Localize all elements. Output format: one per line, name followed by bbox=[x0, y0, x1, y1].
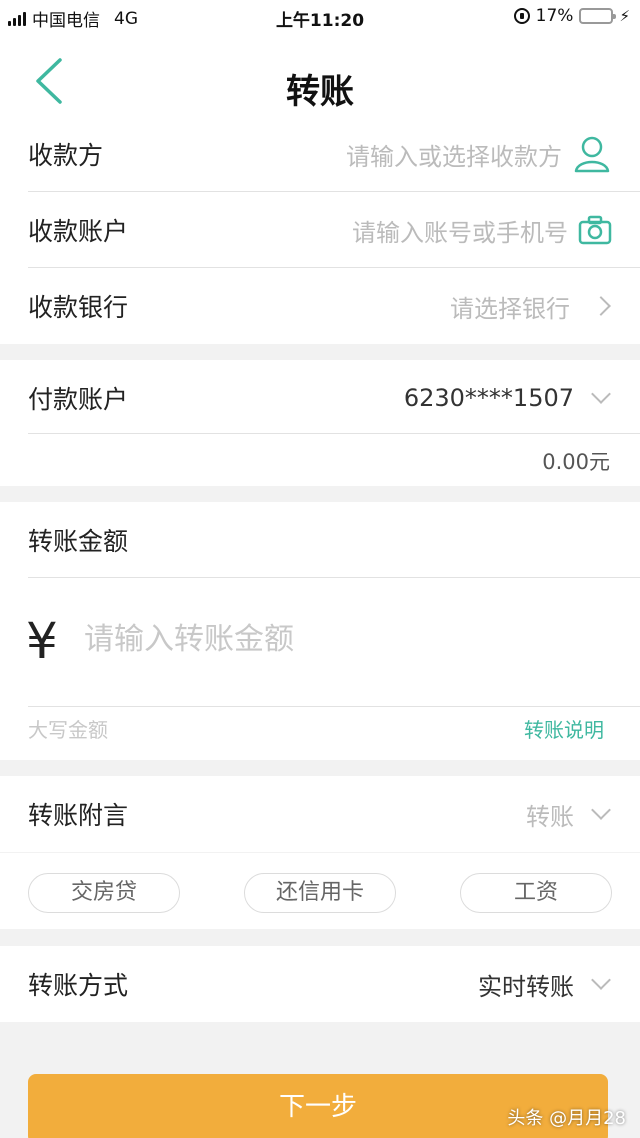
amount-label: 转账金额 bbox=[28, 527, 129, 556]
status-bar: 中国电信 4G 上午11:20 17% ⚡ bbox=[0, 0, 640, 34]
nav-bar: 转账 bbox=[0, 34, 640, 124]
page-title: 转账 bbox=[286, 72, 354, 112]
payee-bank-select[interactable]: 请选择银行 bbox=[450, 289, 570, 324]
divider bbox=[28, 577, 640, 578]
payee-bank-label: 收款银行 bbox=[28, 293, 129, 322]
battery-icon bbox=[579, 8, 617, 24]
method-value[interactable]: 实时转账 bbox=[478, 967, 574, 1002]
rotation-lock-icon bbox=[513, 8, 530, 24]
payee-card: 收款方 请输入或选择收款方 收款账户 请输入账号或手机号 收款银行 请选择银行 bbox=[0, 116, 640, 344]
battery-percent: 17% bbox=[535, 6, 574, 26]
payee-account-row[interactable]: 收款账户 请输入账号或手机号 bbox=[28, 192, 640, 268]
remark-value[interactable]: 转账 bbox=[526, 797, 574, 832]
divider bbox=[28, 706, 640, 707]
payee-input[interactable]: 请输入或选择收款方 bbox=[346, 137, 562, 172]
remark-chips: 交房贷 还信用卡 工资 bbox=[0, 853, 640, 929]
amount-input[interactable] bbox=[84, 622, 604, 657]
payee-row[interactable]: 收款方 请输入或选择收款方 bbox=[28, 116, 640, 192]
amount-card: 转账金额 ¥ 大写金额 转账说明 bbox=[0, 502, 640, 760]
payer-balance: 0.00元 bbox=[542, 450, 610, 474]
method-label: 转账方式 bbox=[28, 971, 129, 1000]
payee-account-label: 收款账户 bbox=[28, 217, 129, 246]
remark-card: 转账附言 转账 bbox=[0, 776, 640, 852]
payee-bank-row[interactable]: 收款银行 请选择银行 bbox=[28, 268, 640, 344]
amount-uppercase-label: 大写金额 bbox=[28, 718, 108, 742]
transfer-help-link[interactable]: 转账说明 bbox=[524, 714, 604, 743]
chevron-down-icon bbox=[591, 970, 611, 990]
person-icon[interactable] bbox=[572, 135, 612, 173]
chevron-right-icon bbox=[591, 296, 611, 316]
camera-icon[interactable] bbox=[578, 215, 612, 245]
method-card: 转账方式 实时转账 bbox=[0, 946, 640, 1022]
payee-label: 收款方 bbox=[28, 141, 104, 170]
remark-chip[interactable]: 工资 bbox=[460, 873, 612, 913]
charging-icon: ⚡ bbox=[619, 7, 630, 25]
chevron-down-icon bbox=[591, 800, 611, 820]
remark-chip[interactable]: 交房贷 bbox=[28, 873, 180, 913]
remark-row[interactable]: 转账附言 转账 bbox=[28, 776, 640, 852]
watermark: 头条 @月月28 bbox=[507, 1108, 626, 1129]
divider bbox=[28, 433, 640, 434]
method-row[interactable]: 转账方式 实时转账 bbox=[28, 946, 640, 1022]
payer-account-row[interactable]: 付款账户 6230****1507 bbox=[28, 360, 640, 436]
amount-label-row: 转账金额 bbox=[28, 502, 640, 578]
remark-chip[interactable]: 还信用卡 bbox=[244, 873, 396, 913]
remark-label: 转账附言 bbox=[28, 801, 129, 830]
payer-card: 付款账户 6230****1507 0.00元 bbox=[0, 360, 640, 486]
currency-symbol: ¥ bbox=[26, 612, 58, 670]
chevron-down-icon bbox=[591, 384, 611, 404]
payee-account-input[interactable]: 请输入账号或手机号 bbox=[352, 213, 568, 248]
payer-account-label: 付款账户 bbox=[28, 385, 129, 414]
payer-account-number: 6230****1507 bbox=[403, 384, 574, 412]
